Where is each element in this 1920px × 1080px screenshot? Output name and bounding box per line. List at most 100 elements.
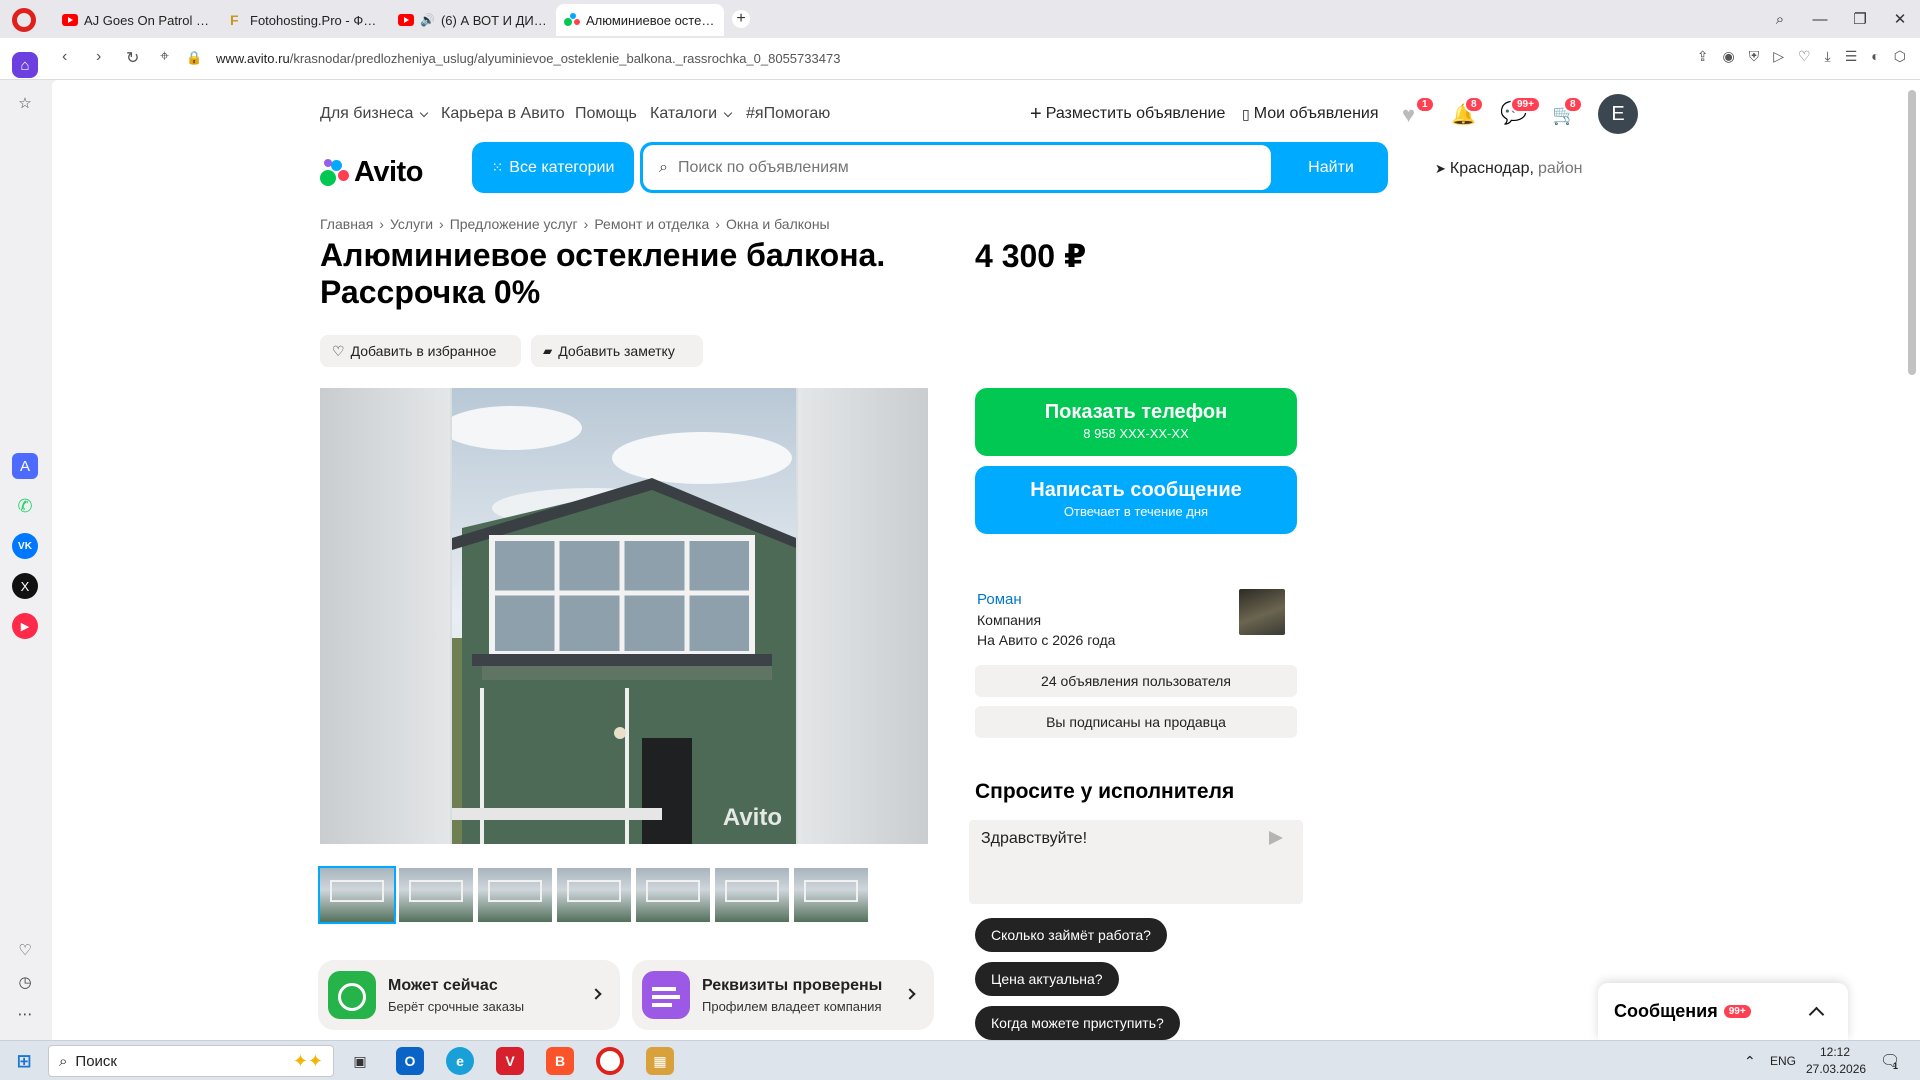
task-view-icon[interactable]: ▣: [346, 1047, 374, 1075]
thumbnail[interactable]: [478, 868, 552, 922]
show-phone-button[interactable]: Показать телефон 8 958 XXX-XX-XX: [975, 388, 1297, 456]
play-icon[interactable]: ▷: [1773, 48, 1784, 65]
breadcrumb-item[interactable]: Окна и балконы: [726, 216, 830, 232]
avito-logo[interactable]: Avito: [320, 152, 423, 192]
opera-logo-icon[interactable]: [12, 8, 36, 32]
nav-business[interactable]: Для бизнеса: [320, 105, 429, 123]
quick-question-duration[interactable]: Сколько займёт работа?: [975, 918, 1167, 952]
camera-icon[interactable]: ◉: [1722, 48, 1734, 65]
outlook-icon[interactable]: O: [396, 1047, 424, 1075]
photo-gallery[interactable]: Avito: [320, 388, 928, 844]
player-icon[interactable]: ▶: [12, 613, 38, 639]
breadcrumb-item[interactable]: Предложение услуг: [450, 216, 578, 232]
extensions-icon[interactable]: ⬡: [1894, 48, 1906, 65]
main-photo[interactable]: Avito: [452, 388, 796, 844]
seller-avatar[interactable]: [1239, 589, 1285, 635]
nav-catalogs[interactable]: Каталоги: [650, 105, 733, 123]
back-icon[interactable]: ‹: [62, 48, 67, 66]
my-ads-link[interactable]: ▯ Мои объявления: [1242, 105, 1379, 123]
feature-verified-details[interactable]: Реквизиты проверены Профилем владеет ком…: [632, 960, 934, 1030]
favorites-heart-icon[interactable]: ♡: [12, 937, 38, 963]
game-icon[interactable]: ▦: [646, 1047, 674, 1075]
seller-name[interactable]: Роман: [977, 591, 1022, 608]
tray-chevron-icon[interactable]: ⌃: [1744, 1053, 1756, 1070]
subscribed-button[interactable]: Вы подписаны на продавца: [975, 706, 1297, 738]
location-pin-icon[interactable]: ⌖: [160, 48, 169, 66]
forward-icon[interactable]: ›: [96, 48, 101, 66]
close-icon[interactable]: ✕: [1880, 0, 1920, 38]
thumbnail[interactable]: [636, 868, 710, 922]
feature-available-now[interactable]: Может сейчас Берёт срочные заказы: [318, 960, 620, 1030]
breadcrumb-item[interactable]: Главная: [320, 216, 373, 232]
edge-icon[interactable]: e: [446, 1047, 474, 1075]
search-button[interactable]: Найти: [1274, 142, 1388, 193]
brave-icon[interactable]: B: [546, 1047, 574, 1075]
tab-title: Алюминиевое остеклен: [586, 12, 716, 28]
search-input[interactable]: [677, 158, 1238, 177]
browser-search-icon[interactable]: ⌕: [1760, 0, 1800, 38]
windows-start-icon[interactable]: ⊞: [10, 1047, 38, 1075]
shield-icon[interactable]: ⛨: [1749, 48, 1760, 65]
thumbnail[interactable]: [715, 868, 789, 922]
reload-icon[interactable]: ↻: [126, 48, 139, 68]
page-scrollbar[interactable]: [1904, 80, 1920, 1040]
minimize-icon[interactable]: —: [1800, 0, 1840, 38]
whatsapp-icon[interactable]: ✆: [12, 493, 38, 519]
all-categories-button[interactable]: ⁙ Все категории: [472, 142, 634, 193]
thumbnail[interactable]: [794, 868, 868, 922]
add-favorite-button[interactable]: ♡ Добавить в избранное: [320, 335, 521, 367]
breadcrumb-item[interactable]: Услуги: [390, 216, 433, 232]
message-input[interactable]: Здравствуйте!: [981, 830, 1261, 890]
menu-icon[interactable]: ☰: [1845, 48, 1858, 65]
restore-icon[interactable]: ❐: [1840, 0, 1880, 38]
x-icon[interactable]: X: [12, 573, 38, 599]
language-indicator[interactable]: ENG: [1770, 1054, 1796, 1068]
url-field[interactable]: www.avito.ru/krasnodar/predlozheniya_usl…: [216, 51, 840, 66]
gallery-blur-right: [798, 388, 928, 844]
clock-time[interactable]: 12:12: [1820, 1045, 1850, 1059]
lock-icon[interactable]: 🔒: [186, 50, 202, 66]
opera-taskbar-icon[interactable]: [596, 1047, 624, 1075]
messages-panel[interactable]: Сообщения 99+: [1598, 983, 1848, 1040]
quick-question-start[interactable]: Когда можете приступить?: [975, 1006, 1180, 1040]
nav-help[interactable]: Помощь: [575, 105, 637, 123]
star-icon[interactable]: ☆: [12, 90, 38, 116]
thumbnail[interactable]: [318, 866, 396, 924]
heart-icon[interactable]: ♡: [1798, 48, 1811, 65]
vk-icon[interactable]: VK: [12, 533, 38, 559]
download-icon[interactable]: ⤓: [1825, 48, 1831, 65]
breadcrumb-item[interactable]: Ремонт и отделка: [594, 216, 709, 232]
thumbnail[interactable]: [557, 868, 631, 922]
write-message-button[interactable]: Написать сообщение Отвечает в течение дн…: [975, 466, 1297, 534]
user-avatar[interactable]: E: [1598, 94, 1638, 134]
messages-badge: 99+: [1510, 96, 1541, 113]
document-icon: ▯: [1242, 105, 1250, 122]
thumbnail[interactable]: [399, 868, 473, 922]
browser-tab-4[interactable]: Алюминиевое остеклен: [556, 4, 724, 36]
post-ad-link[interactable]: + Разместить объявление: [1030, 104, 1225, 124]
chevron-up-icon[interactable]: [1808, 1006, 1825, 1023]
history-icon[interactable]: ◷: [12, 969, 38, 995]
more-icon[interactable]: ⋯: [12, 1001, 38, 1027]
home-icon[interactable]: ⌂: [12, 52, 38, 78]
clock-date[interactable]: 27.03.2026: [1806, 1062, 1866, 1076]
nav-career[interactable]: Карьера в Авито: [441, 105, 565, 123]
share-icon[interactable]: ⇪: [1697, 48, 1709, 65]
taskbar-search[interactable]: ⌕ Поиск ✦✦: [48, 1045, 334, 1077]
seller-ads-button[interactable]: 24 объявления пользователя: [975, 665, 1297, 697]
add-note-button[interactable]: ▰ Добавить заметку: [531, 335, 703, 367]
browser-tab-2[interactable]: F Fotohosting.Pro - Фотохо: [222, 4, 390, 36]
scrollbar-thumb[interactable]: [1908, 90, 1916, 375]
favorites-heart-icon[interactable]: ♥: [1402, 102, 1415, 128]
location-selector[interactable]: ➤ Краснодар, район: [1435, 160, 1582, 178]
profile-icon[interactable]: ◐: [1871, 48, 1879, 65]
new-tab-button[interactable]: +: [732, 10, 750, 28]
nav-help-tag[interactable]: #яПомогаю: [746, 105, 830, 123]
quick-question-price[interactable]: Цена актуальна?: [975, 962, 1119, 996]
send-icon[interactable]: [1269, 831, 1283, 845]
aria-icon[interactable]: A: [12, 453, 38, 479]
vivaldi-icon[interactable]: V: [496, 1047, 524, 1075]
browser-tab-1[interactable]: AJ Goes On Patrol Or AJ S: [54, 4, 222, 36]
browser-tab-3[interactable]: 🔊 (6) А ВОТ И ДИКИЕ П: [390, 4, 556, 36]
url-host: www.avito.ru: [216, 51, 290, 66]
